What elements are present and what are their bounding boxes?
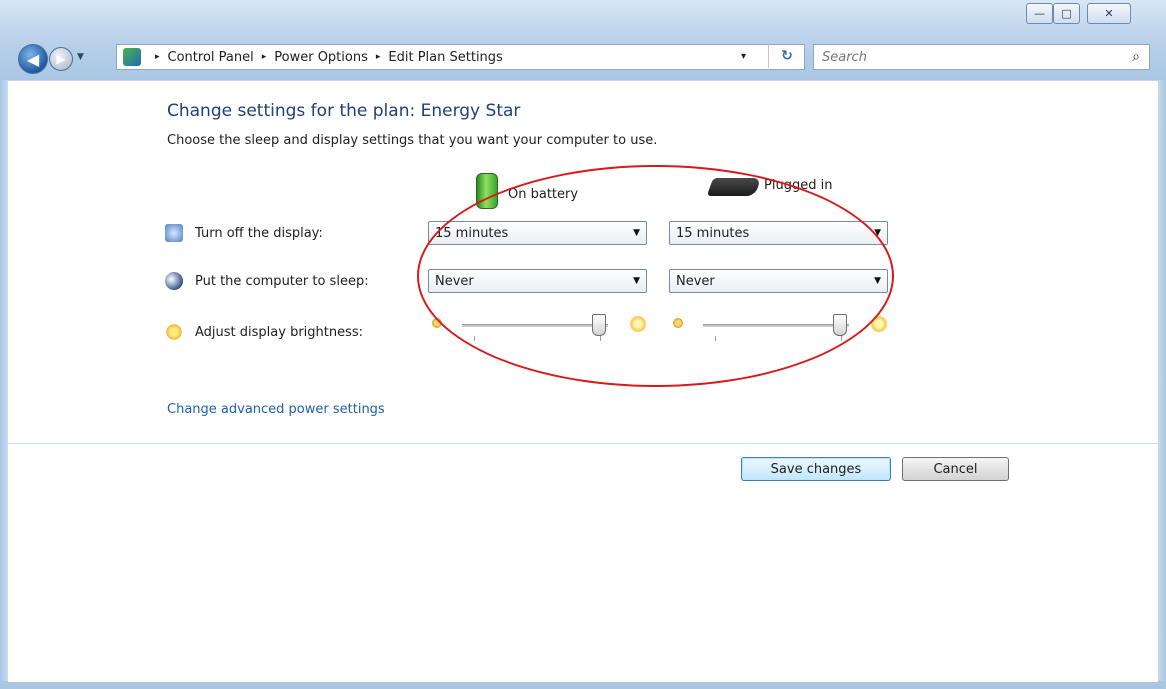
window: — □ ✕ ◀ ▶ ▼ ▸ Control Panel ▸ Power Opti… (0, 0, 1166, 689)
battery-icon (476, 173, 498, 209)
sleep-timeout-plugged-select[interactable]: Never ▼ (669, 269, 888, 293)
chevron-down-icon: ▼ (874, 228, 881, 238)
refresh-icon: ↻ (781, 48, 793, 64)
slider-tick (474, 336, 475, 341)
forward-button[interactable]: ▶ (49, 47, 73, 71)
window-frame-right (1158, 80, 1166, 689)
chevron-down-icon: ▼ (633, 228, 640, 238)
select-value: Never (676, 273, 715, 289)
row-brightness: Adjust display brightness: (165, 323, 363, 341)
search-input[interactable] (820, 48, 1104, 66)
divider (8, 443, 1158, 444)
control-panel-icon (123, 48, 141, 66)
search-box[interactable]: ⌕ (813, 44, 1150, 70)
display-timeout-battery-select[interactable]: 15 minutes ▼ (428, 221, 647, 245)
slider-track[interactable] (703, 324, 849, 327)
forward-arrow-icon: ▶ (56, 52, 66, 66)
brightness-battery-slider[interactable] (432, 314, 652, 342)
breadcrumb-power-options[interactable]: Power Options (274, 50, 368, 65)
close-icon: ✕ (1104, 7, 1114, 20)
chevron-down-icon: ▼ (874, 276, 881, 286)
address-bar[interactable]: ▸ Control Panel ▸ Power Options ▸ Edit P… (116, 44, 805, 70)
recent-pages-dropdown[interactable]: ▼ (77, 52, 84, 62)
page-title: Change settings for the plan: Energy Sta… (167, 101, 521, 121)
window-frame-left (0, 80, 8, 689)
sun-icon (165, 323, 183, 341)
page-subtitle: Choose the sleep and display settings th… (167, 133, 658, 148)
slider-track[interactable] (462, 324, 608, 327)
row-turn-off-display: Turn off the display: (165, 224, 323, 242)
window-frame-bottom (0, 681, 1166, 689)
sleep-icon (165, 272, 183, 290)
select-value: Never (435, 273, 474, 289)
back-button[interactable]: ◀ (18, 44, 48, 74)
chevron-down-icon: ▼ (633, 276, 640, 286)
advanced-power-settings-link[interactable]: Change advanced power settings (167, 402, 385, 417)
back-arrow-icon: ◀ (26, 49, 40, 69)
row-sleep: Put the computer to sleep: (165, 272, 369, 290)
bright-sun-icon (628, 314, 648, 334)
cancel-button[interactable]: Cancel (902, 457, 1009, 481)
close-button[interactable]: ✕ (1087, 3, 1131, 24)
slider-tick (600, 336, 601, 341)
breadcrumb-edit-plan-settings[interactable]: Edit Plan Settings (388, 50, 502, 65)
chevron-down-icon: ▼ (77, 52, 84, 62)
row-label-brightness: Adjust display brightness: (195, 324, 364, 340)
dim-sun-icon (673, 318, 683, 328)
column-header-plugged-in: Plugged in (706, 176, 833, 196)
address-dropdown-icon[interactable]: ▾ (741, 51, 746, 62)
slider-tick (841, 336, 842, 341)
slider-tick (715, 336, 716, 341)
display-icon (165, 224, 183, 242)
brightness-plugged-slider[interactable] (673, 314, 893, 342)
maximize-icon: □ (1061, 7, 1072, 20)
row-label-display: Turn off the display: (195, 225, 323, 241)
dim-sun-icon (432, 318, 442, 328)
column-label-on-battery: On battery (508, 186, 579, 202)
select-value: 15 minutes (435, 225, 509, 241)
display-timeout-plugged-select[interactable]: 15 minutes ▼ (669, 221, 888, 245)
breadcrumb-separator-icon[interactable]: ▸ (376, 52, 381, 62)
maximize-button[interactable]: □ (1053, 3, 1080, 24)
slider-thumb[interactable] (833, 314, 847, 336)
slider-thumb[interactable] (592, 314, 606, 336)
column-label-plugged-in: Plugged in (764, 177, 833, 193)
bright-sun-icon (869, 314, 889, 334)
refresh-button[interactable]: ↻ (768, 44, 805, 68)
search-icon[interactable]: ⌕ (1127, 48, 1145, 66)
select-value: 15 minutes (676, 225, 750, 241)
breadcrumb-separator-icon[interactable]: ▸ (262, 52, 267, 62)
breadcrumb-separator-icon[interactable]: ▸ (155, 52, 160, 62)
power-plug-icon (706, 178, 762, 196)
minimize-button[interactable]: — (1026, 3, 1053, 24)
column-header-on-battery: On battery (476, 173, 579, 212)
content-pane (8, 80, 1158, 682)
minimize-icon: — (1034, 7, 1045, 20)
save-changes-button[interactable]: Save changes (741, 457, 891, 481)
breadcrumb-control-panel[interactable]: Control Panel (168, 50, 254, 65)
row-label-sleep: Put the computer to sleep: (195, 273, 369, 289)
sleep-timeout-battery-select[interactable]: Never ▼ (428, 269, 647, 293)
